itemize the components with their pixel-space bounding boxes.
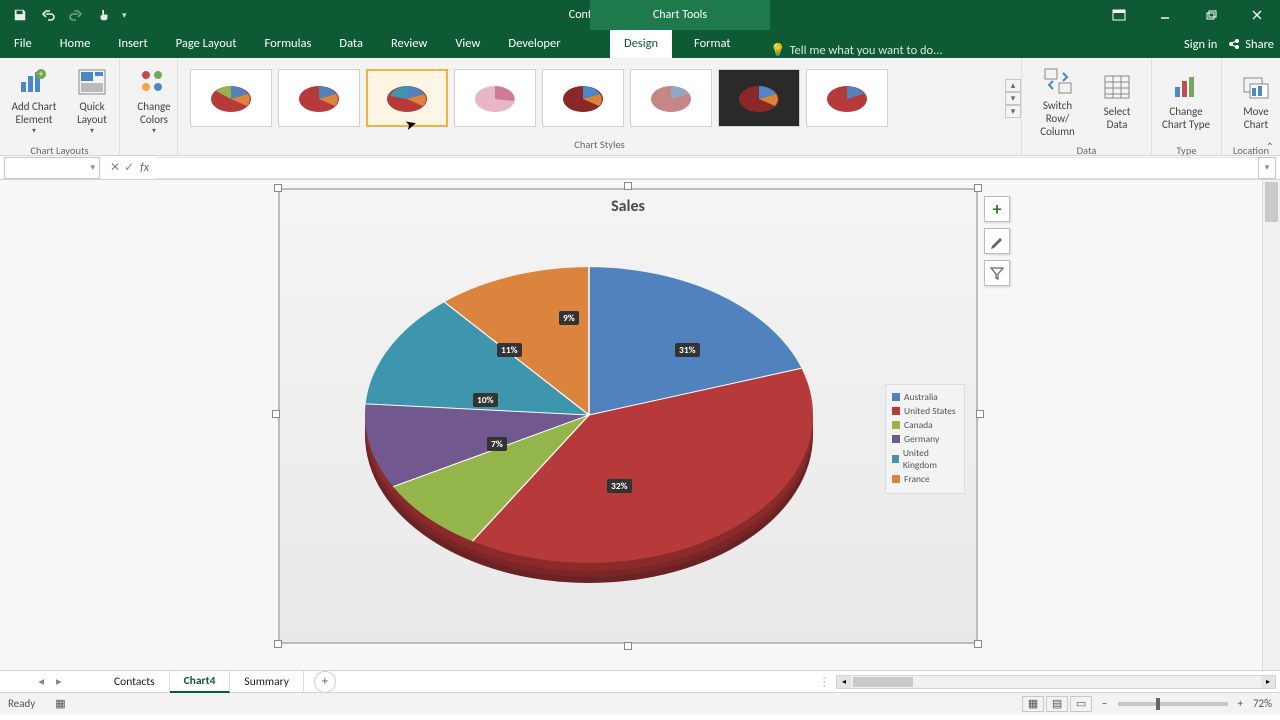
tab-review[interactable]: Review xyxy=(377,30,441,58)
data-label-uk: 11% xyxy=(497,343,522,357)
select-data-button[interactable]: Select Data xyxy=(1091,62,1143,140)
tab-page-layout[interactable]: Page Layout xyxy=(162,30,251,58)
group-label-type: Type xyxy=(1152,144,1221,157)
selection-handle[interactable] xyxy=(274,640,282,648)
tab-file[interactable]: File xyxy=(0,30,46,58)
add-sheet-button[interactable]: + xyxy=(314,671,336,693)
minimize-icon[interactable] xyxy=(1142,0,1188,30)
data-label-france: 9% xyxy=(559,311,579,325)
undo-icon[interactable] xyxy=(38,5,58,25)
selection-handle[interactable] xyxy=(624,642,632,650)
enter-formula-icon[interactable]: ✓ xyxy=(124,160,134,175)
selection-handle[interactable] xyxy=(272,410,280,418)
group-label-chart-styles: Chart Styles xyxy=(178,138,1021,155)
zoom-slider[interactable] xyxy=(1118,702,1228,706)
touch-mode-icon[interactable] xyxy=(94,5,114,25)
context-tab-header: Chart Tools xyxy=(590,0,770,30)
tab-formulas[interactable]: Formulas xyxy=(251,30,326,58)
move-chart-icon xyxy=(1240,71,1272,103)
gallery-scroll-up-icon[interactable]: ▴ xyxy=(1005,79,1021,92)
group-label-chart-layouts: Chart Layouts xyxy=(0,144,119,157)
qat-dropdown-icon[interactable]: ▾ xyxy=(122,10,127,21)
sheet-nav-prev-icon[interactable]: ◂ xyxy=(38,674,44,689)
sheet-tab-summary[interactable]: Summary xyxy=(230,671,303,693)
tab-view[interactable]: View xyxy=(441,30,494,58)
change-colors-icon xyxy=(138,66,170,98)
selection-handle[interactable] xyxy=(974,640,982,648)
formula-bar[interactable] xyxy=(155,157,1258,179)
tab-insert[interactable]: Insert xyxy=(104,30,161,58)
cancel-formula-icon[interactable]: ✕ xyxy=(110,160,120,175)
pie-chart[interactable]: 31% 32% 7% 10% 11% 9% xyxy=(359,225,819,625)
data-label-canada: 7% xyxy=(487,437,507,451)
tab-developer[interactable]: Developer xyxy=(494,30,574,58)
chart-style-2[interactable] xyxy=(278,69,360,127)
group-label-data: Data xyxy=(1022,144,1151,157)
restore-icon[interactable] xyxy=(1188,0,1234,30)
selection-handle[interactable] xyxy=(624,182,632,190)
add-chart-element-button[interactable]: + Add Chart Element xyxy=(8,62,60,140)
zoom-in-button[interactable]: + xyxy=(1238,697,1243,710)
chart-style-5[interactable] xyxy=(542,69,624,127)
macro-record-icon[interactable]: ▦ xyxy=(55,697,65,710)
chart-filters-button[interactable] xyxy=(984,260,1010,286)
selection-handle[interactable] xyxy=(274,184,282,192)
quick-layout-icon xyxy=(76,66,108,98)
data-label-germany: 10% xyxy=(473,393,498,407)
quick-layout-button[interactable]: Quick Layout xyxy=(66,62,118,140)
fx-icon[interactable]: fx xyxy=(140,161,149,175)
sheet-nav-next-icon[interactable]: ▸ xyxy=(56,674,62,689)
chart-style-8[interactable] xyxy=(806,69,888,127)
sheet-tab-chart4[interactable]: Chart4 xyxy=(170,671,231,693)
share-button[interactable]: Share xyxy=(1227,37,1274,52)
selection-handle[interactable] xyxy=(976,410,984,418)
view-normal-icon[interactable]: ▦ xyxy=(1022,696,1044,712)
chart-elements-button[interactable]: + xyxy=(984,196,1010,222)
switch-row-column-button[interactable]: Switch Row/ Column xyxy=(1030,62,1085,140)
zoom-level[interactable]: 72% xyxy=(1253,697,1272,710)
status-ready: Ready xyxy=(8,697,35,710)
tab-data[interactable]: Data xyxy=(325,30,377,58)
chart-style-7[interactable] xyxy=(718,69,800,127)
chart-title[interactable]: Sales xyxy=(279,189,977,216)
data-label-us: 32% xyxy=(607,479,632,493)
tab-home[interactable]: Home xyxy=(46,30,105,58)
zoom-out-button[interactable]: − xyxy=(1102,697,1107,710)
redo-icon[interactable] xyxy=(66,5,86,25)
add-chart-element-icon: + xyxy=(18,66,50,98)
gallery-more-icon[interactable]: ▾ xyxy=(1005,105,1021,118)
collapse-ribbon-icon[interactable]: ⌃ xyxy=(1266,140,1274,153)
horizontal-scrollbar[interactable]: ◂ ▸ xyxy=(836,675,1276,689)
name-box[interactable]: ▾ xyxy=(4,157,100,179)
chart-style-1[interactable] xyxy=(190,69,272,127)
select-data-icon xyxy=(1101,71,1133,103)
sign-in-link[interactable]: Sign in xyxy=(1184,37,1217,52)
change-chart-type-icon xyxy=(1170,71,1202,103)
tell-me-search[interactable]: 💡Tell me what you want to do... xyxy=(770,43,943,58)
change-colors-button[interactable]: Change Colors xyxy=(128,62,180,140)
ribbon-display-icon[interactable] xyxy=(1096,0,1142,30)
chart-styles-gallery xyxy=(184,65,999,131)
chart-object[interactable]: Sales xyxy=(278,188,978,644)
change-chart-type-button[interactable]: Change Chart Type xyxy=(1160,62,1212,140)
view-page-break-icon[interactable]: ▭ xyxy=(1070,696,1092,712)
data-label-australia: 31% xyxy=(675,343,700,357)
sheet-tab-contacts[interactable]: Contacts xyxy=(100,671,170,693)
tab-design[interactable]: Design xyxy=(610,30,672,58)
chart-legend[interactable]: Australia United States Canada Germany U… xyxy=(885,384,965,494)
svg-text:+: + xyxy=(39,69,44,80)
tab-format[interactable]: Format xyxy=(680,30,745,58)
gallery-scroll-down-icon[interactable]: ▾ xyxy=(1005,92,1021,105)
save-icon[interactable] xyxy=(10,5,30,25)
selection-handle[interactable] xyxy=(974,184,982,192)
chart-styles-button[interactable] xyxy=(984,228,1010,254)
chart-style-4[interactable] xyxy=(454,69,536,127)
vertical-scrollbar[interactable] xyxy=(1262,180,1280,670)
formula-bar-expand-icon[interactable]: ▾ xyxy=(1258,157,1276,179)
view-page-layout-icon[interactable]: ▤ xyxy=(1046,696,1068,712)
switch-row-column-icon xyxy=(1042,65,1074,97)
chart-style-6[interactable] xyxy=(630,69,712,127)
close-icon[interactable] xyxy=(1234,0,1280,30)
move-chart-button[interactable]: Move Chart xyxy=(1230,62,1280,140)
